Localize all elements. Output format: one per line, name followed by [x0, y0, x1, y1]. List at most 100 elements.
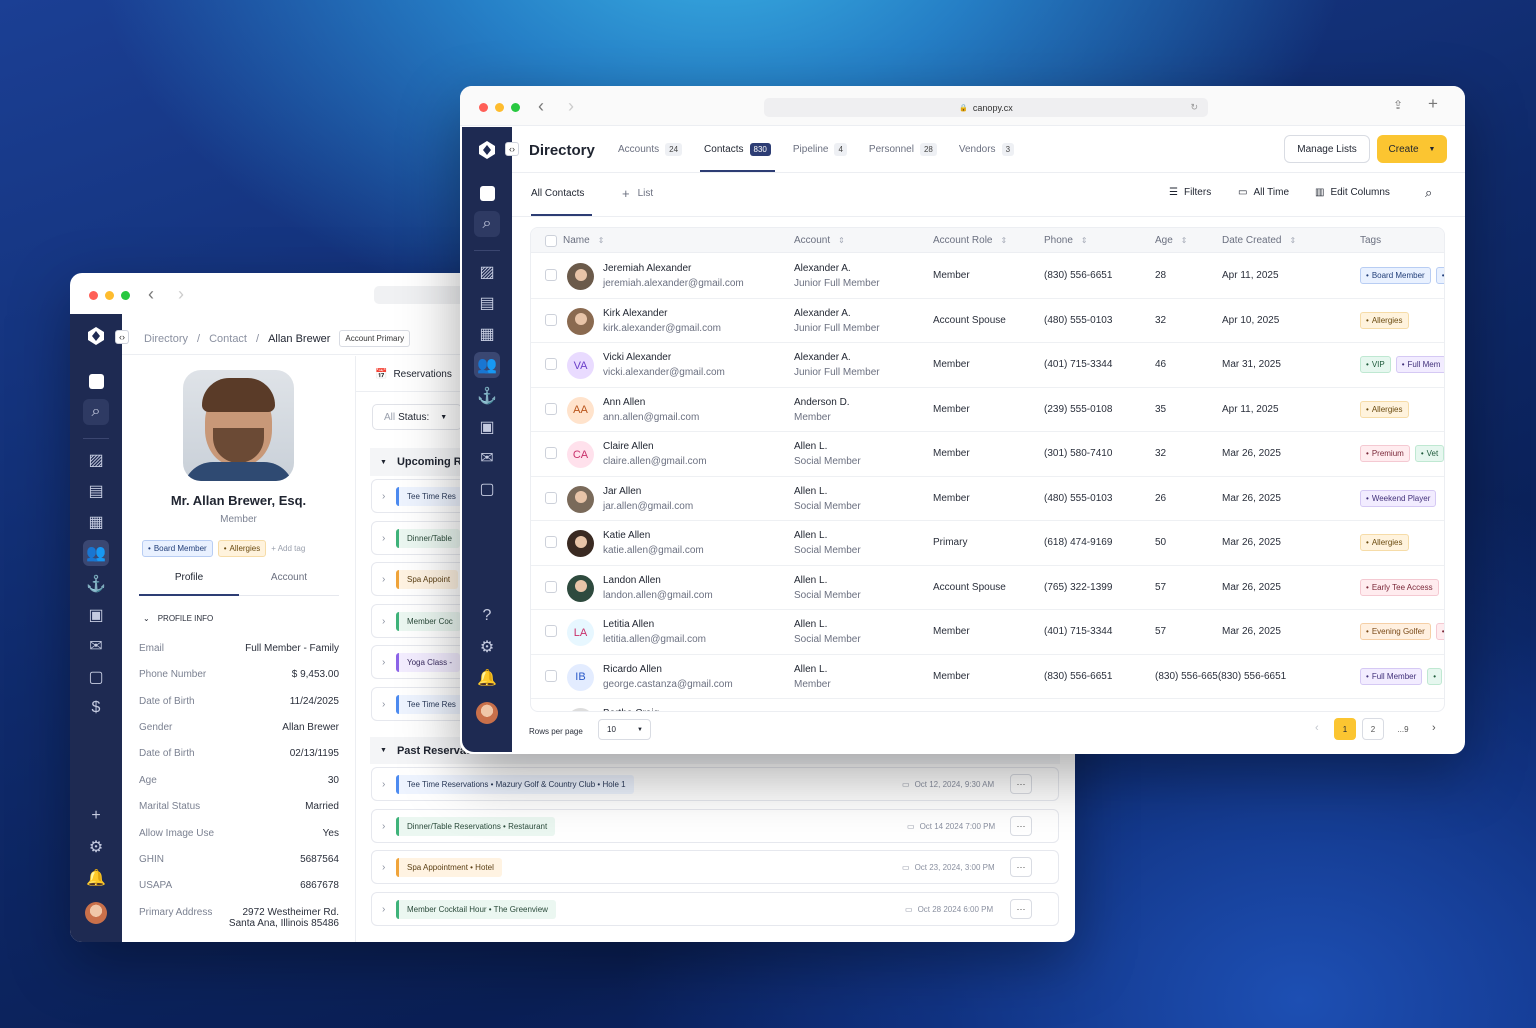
page-button[interactable]: 2: [1362, 718, 1384, 740]
row-checkbox[interactable]: [545, 536, 557, 548]
account-name[interactable]: Allen L.: [794, 530, 827, 541]
row-checkbox[interactable]: [545, 358, 557, 370]
time-range-button[interactable]: ▭ All Time: [1238, 187, 1289, 198]
tag[interactable]: • Evening Golfer: [1360, 623, 1431, 640]
upcoming-item[interactable]: › Spa Appoint: [371, 562, 471, 596]
contact-email[interactable]: letitia.allen@gmail.com: [603, 634, 706, 645]
account-name[interactable]: Alexander A.: [794, 308, 851, 319]
row-checkbox[interactable]: [545, 669, 557, 682]
account-name[interactable]: Allen L.: [794, 575, 827, 586]
calendar-icon[interactable]: ▦: [474, 321, 500, 347]
table-row[interactable]: Jeremiah Alexander jeremiah.alexander@gma…: [531, 254, 1444, 299]
contact-name[interactable]: Ricardo Allen: [603, 664, 662, 675]
table-row[interactable]: CA Claire Allen claire.allen@gmail.com Alle…: [531, 432, 1444, 477]
window-controls[interactable]: [89, 291, 130, 300]
tag[interactable]: •: [1435, 267, 1444, 284]
more-button[interactable]: ···: [1010, 816, 1032, 836]
add-icon[interactable]: +: [83, 803, 109, 829]
contact-name[interactable]: Landon Allen: [603, 575, 661, 586]
book-icon[interactable]: ▤: [83, 478, 109, 504]
search-icon[interactable]: ⌕: [1425, 185, 1432, 201]
past-item[interactable]: › Spa Appointment • Hotel ▭ Oct 23, 2024, 3…: [371, 850, 1059, 884]
reservations-tab[interactable]: 📅 Reservations: [375, 369, 452, 380]
bell-icon[interactable]: 🔔: [83, 865, 109, 891]
row-checkbox[interactable]: [545, 269, 557, 281]
anchor-icon[interactable]: ⚓: [474, 383, 500, 409]
tag[interactable]: • Full Mem: [1395, 356, 1444, 373]
column-header-age[interactable]: Age ⇕: [1155, 235, 1188, 246]
contact-email[interactable]: jar.allen@gmail.com: [603, 501, 693, 512]
contact-email[interactable]: jeremiah.alexander@gmail.com: [603, 278, 744, 289]
tag[interactable]: • Vet: [1414, 445, 1444, 462]
account-name[interactable]: Alexander A.: [794, 263, 851, 274]
add-tag-link[interactable]: + Add tag: [271, 544, 305, 553]
account-name[interactable]: Allen L.: [794, 664, 827, 675]
forward-arrow-icon[interactable]: ›: [568, 96, 574, 117]
page-button[interactable]: ...9: [1392, 718, 1414, 740]
contact-name[interactable]: Jar Allen: [603, 486, 641, 497]
tab-contacts[interactable]: Contacts 830: [704, 143, 771, 156]
mail-icon[interactable]: ✉: [83, 633, 109, 659]
tag[interactable]: • Weekend Player: [1360, 489, 1437, 507]
bell-icon[interactable]: 🔔: [474, 665, 500, 691]
row-checkbox[interactable]: [545, 580, 557, 593]
user-avatar[interactable]: [476, 702, 498, 724]
create-button[interactable]: Create ▼: [1377, 135, 1447, 163]
contact-name[interactable]: Ann Allen: [603, 397, 645, 408]
tab-accounts[interactable]: Accounts 24: [618, 143, 683, 156]
column-header-name[interactable]: Name ⇕: [563, 235, 604, 246]
table-row[interactable]: Kirk Alexander kirk.alexander@gmail.com Al…: [531, 299, 1444, 343]
tag[interactable]: •: [1435, 623, 1444, 640]
upcoming-item[interactable]: › Tee Time Res: [371, 479, 471, 513]
search-icon[interactable]: ⌕: [83, 399, 109, 425]
contact-email[interactable]: ann.allen@gmail.com: [603, 412, 699, 423]
past-item[interactable]: › Tee Time Reservations • Mazury Golf & C…: [371, 767, 1059, 801]
filters-button[interactable]: ☰ Filters: [1169, 187, 1211, 198]
past-item[interactable]: › Member Cocktail Hour • The Greenview ▭ Oc…: [371, 892, 1059, 926]
account-name[interactable]: Allen L.: [794, 441, 827, 452]
tag[interactable]: • Premium: [1360, 445, 1410, 462]
user-avatar[interactable]: [85, 902, 107, 924]
row-checkbox[interactable]: [545, 491, 557, 504]
table-row[interactable]: LA Letitia Allen letitia.allen@gmail.com Al…: [531, 610, 1444, 655]
column-header-account[interactable]: Account ⇕: [794, 235, 845, 246]
tag[interactable]: • Early Tee Access: [1360, 578, 1439, 596]
analytics-icon[interactable]: ▨: [474, 259, 500, 285]
column-header-date[interactable]: Date Created ⇕: [1222, 235, 1296, 246]
mail-icon[interactable]: ✉: [474, 445, 500, 471]
reload-icon[interactable]: ↻: [1190, 102, 1198, 113]
contact-email[interactable]: kirk.alexander@gmail.com: [603, 323, 721, 334]
tab-account[interactable]: Account: [239, 572, 339, 583]
contact-name[interactable]: Claire Allen: [603, 441, 654, 452]
table-row[interactable]: IB Ricardo Allen george.castanza@gmail.com…: [531, 655, 1444, 699]
crumb-directory[interactable]: Directory: [144, 333, 188, 345]
search-icon[interactable]: ⌕: [474, 211, 500, 237]
upcoming-item[interactable]: › Dinner/Table: [371, 521, 471, 555]
contact-name[interactable]: Letitia Allen: [603, 619, 654, 630]
row-checkbox[interactable]: [545, 447, 557, 459]
row-checkbox[interactable]: [545, 625, 557, 637]
subtab-all-contacts[interactable]: All Contacts: [531, 188, 584, 199]
tab-personnel[interactable]: Personnel 28: [869, 143, 937, 156]
table-row[interactable]: Katie Allen katie.allen@gmail.com Allen L.…: [531, 521, 1444, 566]
anchor-icon[interactable]: ⚓: [83, 571, 109, 597]
edit-columns-button[interactable]: ▥ Edit Columns: [1315, 187, 1390, 198]
archive-icon[interactable]: ▣: [474, 414, 500, 440]
header-checkbox[interactable]: [545, 235, 557, 247]
upcoming-item[interactable]: › Yoga Class -: [371, 645, 471, 679]
dollar-icon[interactable]: $: [83, 695, 109, 721]
chat-icon[interactable]: ▢: [83, 664, 109, 690]
rows-per-page-select[interactable]: 10 ▼: [598, 719, 651, 740]
share-icon[interactable]: ⇪: [1393, 98, 1403, 112]
tag[interactable]: • Full Member: [1360, 667, 1423, 685]
contact-name[interactable]: Jeremiah Alexander: [603, 263, 691, 274]
table-row[interactable]: Bertha Craig: [531, 699, 1444, 711]
row-checkbox[interactable]: [545, 313, 557, 326]
tag[interactable]: • VIP: [1360, 356, 1391, 373]
more-button[interactable]: ···: [1010, 774, 1032, 794]
calendar-icon[interactable]: ▦: [83, 509, 109, 535]
table-row[interactable]: Jar Allen jar.allen@gmail.com Allen L. Soci…: [531, 477, 1444, 521]
status-filter[interactable]: All Status: ▼: [372, 404, 462, 430]
contact-name[interactable]: Katie Allen: [603, 530, 650, 541]
next-page-icon[interactable]: ›: [1432, 722, 1436, 734]
